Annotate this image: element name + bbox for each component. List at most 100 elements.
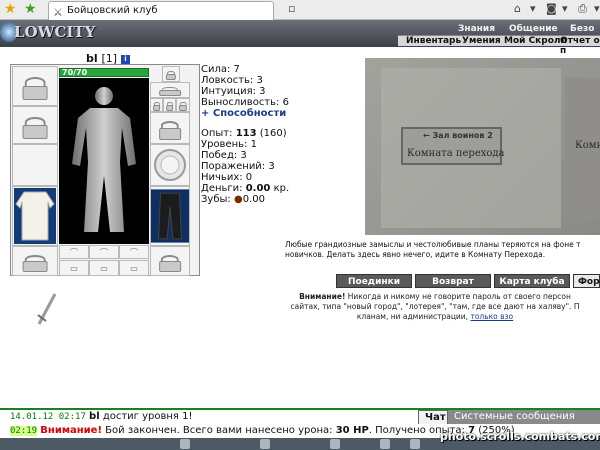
money-label: Деньги: (201, 183, 246, 194)
round-shield-icon (154, 149, 186, 181)
shirt-slot[interactable] (12, 186, 58, 246)
progress-panel: Опыт: 113 (160) Уровень: 1 Побед: 3 Пора… (201, 128, 331, 205)
warning-bold: Внимание! (299, 292, 346, 301)
teeth-value: 0.00 (242, 194, 265, 205)
chat-message-1: 14.01.12 02:17 bl достиг уровня 1! (10, 410, 600, 424)
rss-feed-icon[interactable]: ◙ (546, 2, 557, 15)
submenu-inventory[interactable]: Инвентарь (406, 36, 461, 46)
back-button[interactable]: Возврат (415, 274, 491, 288)
stat-agility: Ловкость: 3 (201, 75, 263, 86)
ring-slot-locked-b[interactable] (163, 98, 176, 112)
ring-icon: ⌒ (69, 248, 79, 259)
wins-row: Побед: 3 (201, 150, 247, 161)
msg-text: Бой закончен. Всего вами нанесено урона: (102, 425, 336, 436)
helmet-slot-locked[interactable] (12, 66, 58, 106)
password-warning: Внимание! Никогда и никому не говорите п… (270, 292, 600, 322)
draws-row: Ничьих: 0 (201, 172, 253, 183)
exp-value: 113 (235, 128, 257, 139)
toolbar-icon-5[interactable] (410, 439, 420, 449)
add-favorite-icon[interactable]: ★ (24, 1, 37, 17)
rss-dropdown-icon[interactable]: ▾ (562, 2, 568, 15)
ring-slot-2[interactable]: ⌒ (89, 245, 119, 259)
warrior-hall-sign[interactable]: ← Зал воинов 2 (423, 131, 493, 140)
level-row: Уровень: 1 (201, 139, 257, 150)
ring-slot-1[interactable]: ⌒ (59, 245, 89, 259)
info-icon[interactable]: i (120, 54, 130, 64)
stats-panel: Сила: 7 Ловкость: 3 Интуиция: 3 Вынослив… (201, 64, 291, 119)
menu-knowledge[interactable]: Знания (458, 24, 495, 34)
transition-room-label: Комната перехода (407, 148, 505, 159)
stat-strength: Сила: 7 (201, 64, 240, 75)
losses-row: Поражений: 3 (201, 161, 275, 172)
ring-slot-locked-c[interactable] (176, 98, 190, 112)
menu-security[interactable]: Безо (570, 24, 594, 34)
warning-line-2: сайтах, типа "новый город", "лотерея", "… (290, 302, 580, 311)
stat-intuition: Интуиция: 3 (201, 86, 266, 97)
shield-slot[interactable] (150, 144, 190, 186)
teeth-label: Зубы: (201, 194, 234, 205)
tab-title: Бойцовский клуб (67, 5, 158, 16)
msg-warning: Внимание! (40, 425, 102, 436)
ring-slot-locked[interactable] (150, 82, 190, 98)
ring-icon: ⌒ (129, 248, 139, 259)
money-unit: кр. (270, 183, 290, 194)
msg-time: 14.01.12 02:17 (10, 412, 86, 422)
warning-line-1: Внимание! Никогда и никому не говорите п… (270, 292, 600, 302)
msg-text: достиг уровня 1! (99, 411, 193, 422)
forum-button[interactable]: Фору (573, 274, 600, 288)
belt-slot-locked[interactable] (150, 246, 190, 276)
menu-communication[interactable]: Общение (509, 24, 558, 34)
character-silhouette-icon (72, 87, 136, 232)
sub-menu: Инвентарь Умения Мой Скролл Отчет о п (398, 35, 600, 56)
msg-time: 02:19 (10, 426, 38, 436)
exp-next: (160) (256, 128, 287, 139)
game-logo: LOWCITY (14, 23, 96, 41)
pants-slot[interactable] (150, 186, 190, 246)
submenu-my-scroll[interactable]: Мой Скролл (504, 36, 567, 46)
amulet-slot-locked[interactable] (162, 66, 180, 82)
ring-slot-locked-a[interactable] (150, 98, 163, 112)
scroll-slot-1[interactable]: ▭ (59, 260, 89, 276)
toolbar-icon-3[interactable] (330, 439, 340, 449)
toolbar-icon-2[interactable] (260, 439, 270, 449)
room-description: Любые грандиозные замыслы и честолюбивые… (285, 240, 581, 259)
submenu-skills[interactable]: Умения (462, 36, 501, 46)
warning-line-3: кланам, ни администрации, только взо (270, 312, 600, 322)
toolbar-icon-1[interactable] (180, 439, 190, 449)
print-icon[interactable]: ⎙ (578, 2, 587, 16)
ring-slot-3[interactable]: ⌒ (119, 245, 149, 259)
scroll-icon: ▭ (70, 263, 78, 273)
msg-nick[interactable]: bl (89, 411, 100, 422)
favorites-star-icon[interactable]: ★ (4, 1, 17, 17)
hp-bar: 70/70 (59, 68, 149, 77)
earrings-slot-locked[interactable] (12, 106, 58, 144)
sword-icon (37, 293, 57, 325)
submenu-report[interactable]: Отчет о п (560, 36, 600, 56)
club-map-button[interactable]: Карта клуба (494, 274, 570, 288)
gloves-slot-locked[interactable] (150, 112, 190, 144)
right-room-label[interactable]: Комна (575, 140, 600, 151)
warning-link[interactable]: только взо (470, 312, 513, 321)
msg-damage: 30 HP (335, 425, 369, 436)
home-dropdown-icon[interactable]: ▾ (530, 2, 536, 15)
boots-slot-locked[interactable] (12, 246, 58, 276)
dark-pants-icon (151, 189, 189, 243)
tooth-icon: ● (233, 194, 243, 205)
print-dropdown-icon[interactable]: ▾ (594, 2, 600, 15)
money-value: 0.00 (245, 183, 271, 194)
teeth-row: Зубы: ●0.00 (201, 194, 331, 205)
duels-button[interactable]: Поединки (336, 274, 412, 288)
abilities-link[interactable]: + Способности (201, 108, 291, 119)
scroll-slot-3[interactable]: ▭ (119, 260, 149, 276)
weapon-slot[interactable] (12, 144, 58, 325)
character-portrait (59, 78, 149, 244)
scroll-icon: ▭ (100, 263, 108, 273)
browser-tab[interactable]: ⚔ Бойцовский клуб (48, 1, 274, 20)
scroll-slot-2[interactable]: ▭ (89, 260, 119, 276)
toolbar-icon-4[interactable] (380, 439, 390, 449)
watermark: photo.scrolls.combats.com (440, 430, 600, 443)
scroll-icon: ▭ (130, 263, 138, 273)
warning-text-1: Никогда и никому не говорите пароль от с… (345, 292, 571, 301)
home-icon[interactable]: ⌂ (514, 2, 521, 15)
new-tab-icon[interactable]: ▫ (288, 2, 295, 15)
